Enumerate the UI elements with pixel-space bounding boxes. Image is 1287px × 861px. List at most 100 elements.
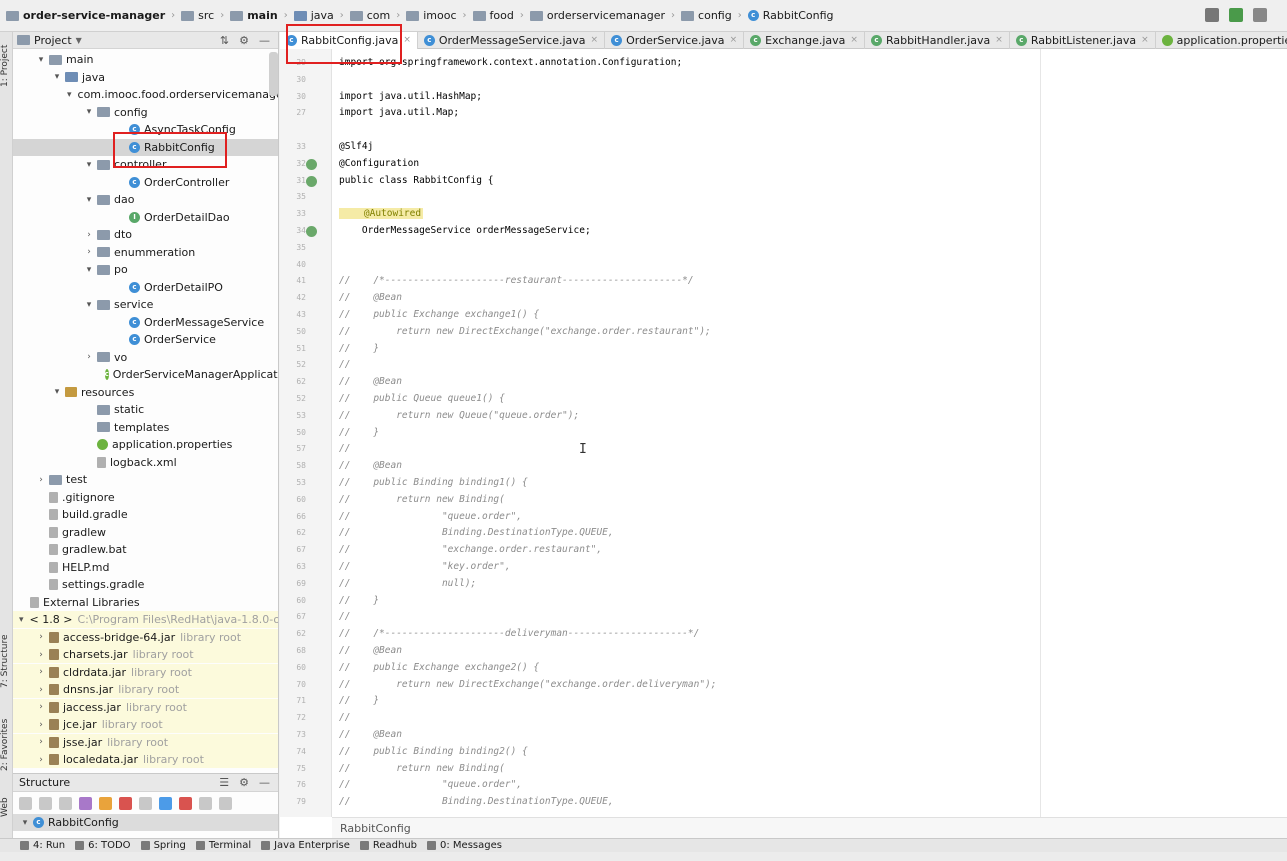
tree-item[interactable]: ▾ main: [13, 51, 278, 68]
favorites-tool-button[interactable]: 2: Favorites: [0, 710, 13, 780]
layout-icon[interactable]: [1205, 8, 1219, 22]
editor-tab[interactable]: c RabbitHandler.java ×: [865, 31, 1010, 49]
show-properties-icon[interactable]: [79, 796, 92, 810]
tree-item[interactable]: ▾ com.imooc.food.orderservicemanager: [13, 86, 278, 103]
tree-item[interactable]: ▾ java: [13, 69, 278, 86]
close-icon[interactable]: ×: [730, 35, 738, 45]
gear-icon[interactable]: ⚙: [239, 776, 249, 789]
collapse-all-icon[interactable]: ⇅: [220, 34, 229, 47]
bottom-tool-button[interactable]: Terminal: [195, 840, 251, 851]
chevron-down-icon[interactable]: ▾: [67, 90, 72, 100]
tree-item[interactable]: › jce.jar library root: [13, 716, 278, 733]
chevron-right-icon[interactable]: ›: [35, 632, 47, 642]
tree-item[interactable]: ▾ config: [13, 104, 278, 121]
show-non-public-icon[interactable]: [119, 796, 132, 810]
tree-item[interactable]: › charsets.jar library root: [13, 646, 278, 663]
collapse-all-icon[interactable]: [219, 796, 232, 810]
breadcrumb-item[interactable]: c RabbitConfig: [744, 0, 838, 32]
tree-item[interactable]: › dnsns.jar library root: [13, 681, 278, 698]
close-icon[interactable]: ×: [1141, 35, 1149, 45]
bottom-tool-button[interactable]: 0: Messages: [427, 840, 502, 851]
spring-bean-icon[interactable]: [306, 175, 317, 187]
autoscroll-icon[interactable]: [159, 796, 172, 810]
chevron-right-icon[interactable]: ›: [83, 230, 95, 240]
align-icon[interactable]: ☰: [219, 776, 229, 789]
minimize-icon[interactable]: —: [259, 34, 270, 47]
project-panel-title[interactable]: Project: [34, 34, 72, 47]
editor-tab[interactable]: c OrderService.java ×: [605, 31, 745, 49]
tree-item[interactable]: › enummeration: [13, 244, 278, 261]
tree-item[interactable]: › vo: [13, 349, 278, 366]
editor-breadcrumb[interactable]: RabbitConfig: [332, 817, 1287, 838]
breadcrumb-item[interactable]: orderservicemanager: [526, 0, 669, 32]
chevron-down-icon[interactable]: ▼: [76, 36, 82, 45]
breadcrumb-item[interactable]: java: [290, 0, 338, 32]
tree-item[interactable]: ▾ < 1.8 > C:\Program Files\RedHat\java-1.8…: [13, 611, 278, 628]
show-inherited-icon[interactable]: [59, 796, 72, 810]
tree-item[interactable]: › localedata.jar library root: [13, 751, 278, 768]
project-scrollbar[interactable]: [269, 52, 278, 96]
breadcrumb-item[interactable]: main: [226, 0, 282, 32]
bottom-tool-button[interactable]: Java Enterprise: [261, 840, 350, 851]
editor-tab[interactable]: c RabbitConfig.java ×: [280, 31, 418, 49]
chevron-right-icon[interactable]: ›: [35, 650, 47, 660]
chevron-right-icon[interactable]: ›: [35, 702, 47, 712]
bottom-tool-button[interactable]: Spring: [140, 840, 186, 851]
breadcrumb-item[interactable]: src: [177, 0, 218, 32]
tree-item[interactable]: ›settings.gradle: [13, 576, 278, 593]
run-config-icon[interactable]: [1253, 8, 1267, 22]
close-icon[interactable]: ×: [850, 35, 858, 45]
tree-item[interactable]: ›cRabbitConfig: [13, 138, 278, 156]
tree-item[interactable]: › test: [13, 471, 278, 488]
editor-tab[interactable]: c RabbitListener.java ×: [1010, 31, 1156, 49]
filter-icon[interactable]: [139, 796, 152, 810]
tree-item[interactable]: ›cOrderController: [13, 174, 278, 191]
sort-alpha-icon[interactable]: [19, 796, 32, 810]
gear-icon[interactable]: ⚙: [239, 34, 249, 47]
spring-bean-icon[interactable]: [306, 226, 317, 237]
close-icon[interactable]: ×: [995, 35, 1003, 45]
breadcrumb-item[interactable]: order-service-manager: [2, 0, 169, 32]
tree-item[interactable]: ›cOrderDetailPO: [13, 279, 278, 296]
bottom-tool-button[interactable]: 4: Run: [20, 840, 65, 851]
show-fields-icon[interactable]: [99, 796, 112, 810]
tree-item[interactable]: ›cOrderMessageService: [13, 314, 278, 331]
hammer-icon[interactable]: [1229, 8, 1243, 22]
chevron-down-icon[interactable]: ▾: [83, 265, 95, 275]
tree-item[interactable]: ›static: [13, 401, 278, 418]
editor-tab[interactable]: application.properties×: [1156, 32, 1287, 49]
tree-item[interactable]: › jaccess.jar library root: [13, 698, 278, 716]
tree-item[interactable]: › access-bridge-64.jar library root: [13, 628, 278, 646]
tree-item[interactable]: ›build.gradle: [13, 506, 278, 523]
tree-item[interactable]: ▾ service: [13, 296, 278, 313]
tree-item[interactable]: › jsse.jar library root: [13, 733, 278, 751]
structure-item[interactable]: ▾ c RabbitConfig: [13, 814, 278, 831]
tree-item[interactable]: ›cOrderService: [13, 331, 278, 348]
tree-item[interactable]: ▾ dao: [13, 191, 278, 208]
tree-item[interactable]: ›cAsyncTaskConfig: [13, 121, 278, 138]
chevron-right-icon[interactable]: ›: [35, 720, 47, 730]
chevron-right-icon[interactable]: ›: [35, 667, 47, 677]
chevron-down-icon[interactable]: ▾: [83, 160, 95, 170]
tree-item[interactable]: ›HELP.md: [13, 559, 278, 576]
tree-item[interactable]: ▾ controller: [13, 156, 278, 173]
chevron-down-icon[interactable]: ▾: [83, 107, 95, 117]
close-icon[interactable]: ×: [403, 35, 411, 45]
tree-item[interactable]: ▾ po: [13, 261, 278, 278]
chevron-right-icon[interactable]: ›: [83, 247, 95, 257]
tree-item[interactable]: ›IOrderDetailDao: [13, 209, 278, 226]
chevron-down-icon[interactable]: ▾: [51, 72, 63, 82]
tree-item[interactable]: ▾ resources: [13, 384, 278, 401]
chevron-down-icon[interactable]: ▾: [35, 55, 47, 65]
web-tool-button[interactable]: Web: [0, 792, 13, 822]
chevron-down-icon[interactable]: ▾: [83, 300, 95, 310]
close-icon[interactable]: ×: [591, 35, 599, 45]
sort-type-icon[interactable]: [39, 796, 52, 810]
tree-item[interactable]: ›gradlew.bat: [13, 541, 278, 558]
minimize-icon[interactable]: —: [259, 776, 270, 789]
breadcrumb-item[interactable]: imooc: [402, 0, 460, 32]
chevron-right-icon[interactable]: ›: [35, 755, 47, 765]
tree-item[interactable]: ›External Libraries: [13, 594, 278, 611]
breadcrumb-item[interactable]: food: [469, 0, 518, 32]
code-editor[interactable]: 29 30 30 27 33 32 31 35 33 34 35 40 41 42 43 50 51 52 62 52…: [280, 49, 1287, 838]
